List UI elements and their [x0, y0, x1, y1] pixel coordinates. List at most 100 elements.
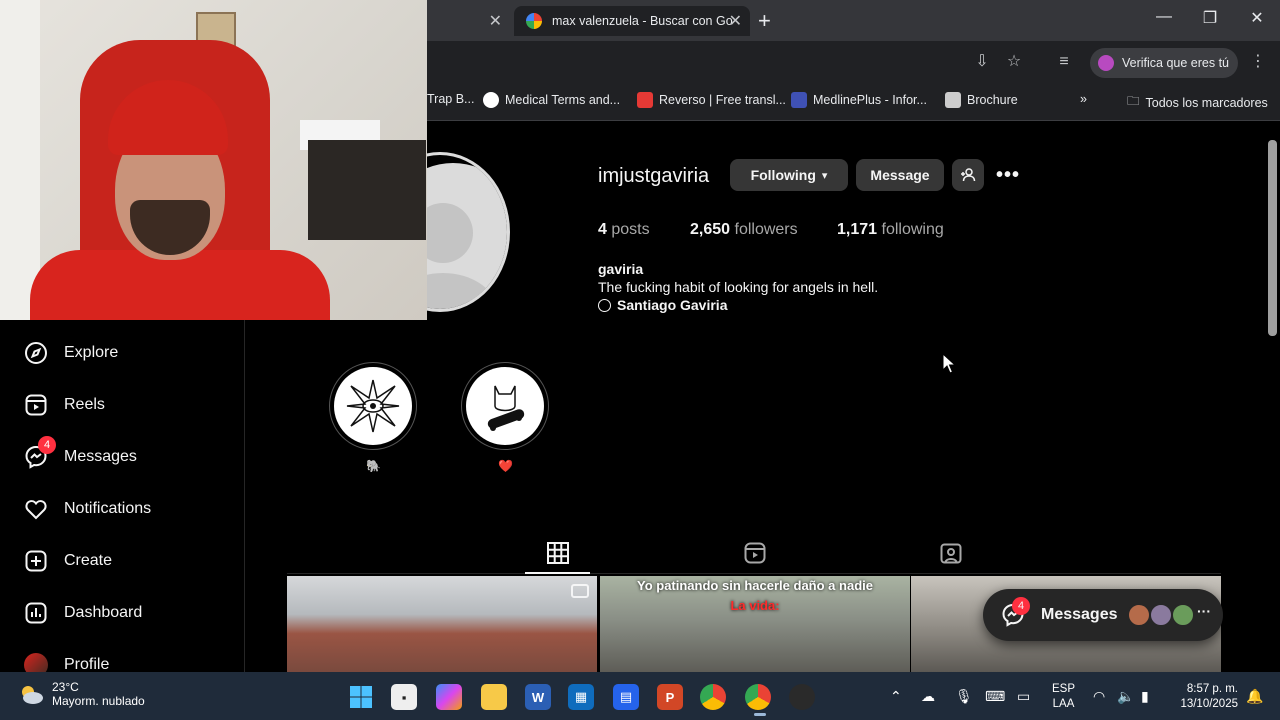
active-tab-indicator — [525, 572, 590, 574]
following-button[interactable]: Following ▾ — [730, 159, 848, 191]
media-control-icon[interactable]: ≡ — [1053, 51, 1075, 73]
close-icon[interactable]: ✕ — [489, 11, 502, 31]
profile-facebook-link[interactable]: Santiago Gaviria — [598, 297, 727, 313]
language-indicator[interactable]: ESP LAA — [1052, 682, 1075, 712]
close-icon[interactable]: ✕ — [729, 11, 742, 31]
bookmark-item[interactable]: Reverso | Free transl... — [637, 92, 786, 108]
more-bookmarks-icon[interactable]: » — [1080, 92, 1087, 106]
sidebar-item-label: Notifications — [64, 500, 152, 517]
file-explorer-icon[interactable] — [481, 684, 507, 710]
cloud-off-icon[interactable]: ☁ — [921, 688, 935, 705]
bookmark-label: Medical Terms and... — [505, 93, 621, 107]
bookmark-item[interactable]: Brochure — [945, 92, 1018, 108]
heart-icon — [24, 497, 48, 521]
post-thumbnail[interactable]: Yo patinando sin hacerle daño a nadie La… — [600, 576, 910, 672]
bookmark-item[interactable]: Trap B... — [427, 92, 474, 106]
bookmark-label: Reverso | Free transl... — [659, 93, 786, 107]
sidebar-item-notifications[interactable]: Notifications — [24, 497, 151, 521]
wifi-icon[interactable]: ◠ — [1093, 688, 1105, 705]
messages-label: Messages — [1041, 606, 1118, 623]
highlight-label: ❤️ — [498, 459, 513, 473]
bookmark-item[interactable]: MedlinePlus - Infor... — [791, 92, 927, 108]
word-icon[interactable]: W — [525, 684, 551, 710]
reels-icon — [24, 393, 48, 417]
verify-label: Verifica que eres tú — [1122, 56, 1230, 70]
chrome-icon[interactable] — [700, 684, 726, 710]
powerpoint-icon[interactable]: P — [657, 684, 683, 710]
link-label: Santiago Gaviria — [617, 297, 728, 313]
sidebar-item-reels[interactable]: Reels — [24, 393, 105, 417]
notification-badge: 4 — [1012, 597, 1030, 615]
tab-reels[interactable] — [743, 541, 767, 565]
sidebar-item-dashboard[interactable]: Dashboard — [24, 601, 142, 625]
keyboard-icon[interactable]: ⌨ — [985, 688, 1005, 705]
calendar-icon[interactable]: ▤ — [613, 684, 639, 710]
sidebar-item-label: Create — [64, 552, 113, 569]
sidebar-item-messages[interactable]: 4 Messages — [24, 436, 137, 469]
microphone-icon[interactable]: 🎙 — [955, 688, 973, 705]
facebook-icon — [598, 298, 611, 312]
more-options-icon[interactable]: ••• — [996, 164, 1020, 187]
avatar — [1149, 603, 1173, 627]
star-icon[interactable]: ☆ — [1003, 51, 1025, 73]
post-caption: Yo patinando sin hacerle daño a nadie — [637, 578, 873, 593]
all-bookmarks-label: Todos los marcadores — [1145, 95, 1268, 110]
message-label: Message — [870, 167, 930, 183]
tab-posts[interactable] — [546, 541, 570, 565]
sidebar-item-label: Explore — [64, 344, 119, 361]
weather-desc: Mayorm. nublado — [52, 694, 145, 708]
bookmark-label: Trap B... — [427, 92, 475, 106]
suggest-people-button[interactable] — [952, 159, 984, 191]
chrome-profile-icon[interactable] — [745, 684, 771, 710]
tablet-icon[interactable]: ▭ — [1017, 688, 1030, 705]
bookmark-favicon-icon — [483, 92, 499, 108]
following-label: Following — [750, 167, 816, 183]
profile-tabs-divider — [287, 573, 1221, 574]
following-count[interactable]: 1,171 following — [837, 221, 944, 239]
mouse-cursor-icon — [942, 353, 956, 374]
copilot-icon[interactable] — [436, 684, 462, 710]
folder-icon: 🗀 — [1127, 94, 1140, 108]
windows-start-icon[interactable] — [348, 684, 374, 710]
menu-dots-icon[interactable]: ⋮ — [1247, 51, 1269, 73]
install-app-icon[interactable]: ⇩ — [971, 51, 993, 73]
story-highlight[interactable] — [329, 362, 417, 450]
store-icon[interactable]: ▦ — [568, 684, 594, 710]
messages-pill[interactable]: 4 Messages ··· — [983, 589, 1223, 641]
system-clock[interactable]: 8:57 p. m. 13/10/2025 — [1170, 682, 1238, 712]
chevron-down-icon: ▾ — [821, 169, 828, 182]
bookmark-favicon-icon — [945, 92, 961, 108]
minimize-icon[interactable]: — — [1150, 8, 1178, 26]
weather-widget[interactable]: 23°C Mayorm. nublado — [18, 680, 145, 708]
battery-icon[interactable]: ▮ — [1141, 688, 1149, 705]
new-tab-icon[interactable]: + — [758, 8, 771, 34]
bookmark-item[interactable]: Medical Terms and... — [483, 92, 620, 108]
scrollbar-thumb[interactable] — [1268, 140, 1277, 336]
more-icon: ··· — [1197, 603, 1211, 619]
verify-profile-button[interactable]: Verifica que eres tú — [1090, 48, 1238, 78]
notification-badge: 4 — [38, 436, 56, 454]
followers-count[interactable]: 2,650 followers — [690, 221, 798, 239]
posts-count: 4 posts — [598, 221, 650, 238]
close-window-icon[interactable]: ✕ — [1243, 8, 1271, 28]
terminal-app-icon[interactable]: ▪ — [391, 684, 417, 710]
reel-icon — [571, 584, 589, 598]
webcam-overlay — [0, 0, 427, 320]
tagged-icon — [940, 543, 962, 564]
profile-full-name: gaviria — [598, 261, 644, 277]
sidebar-item-create[interactable]: Create — [24, 549, 112, 573]
post-thumbnail[interactable] — [287, 576, 597, 672]
story-highlight[interactable] — [461, 362, 549, 450]
browser-tab-active[interactable]: max valenzuela - Buscar con Go ✕ — [514, 6, 750, 36]
notification-bell-icon[interactable]: 🔔 — [1246, 688, 1263, 705]
message-button[interactable]: Message — [856, 159, 944, 191]
volume-icon[interactable]: 🔈 — [1117, 688, 1134, 705]
all-bookmarks-folder[interactable]: 🗀 Todos los marcadores — [1127, 92, 1268, 113]
chevron-up-icon[interactable]: ⌃ — [890, 688, 902, 705]
google-icon — [526, 13, 542, 29]
obs-icon[interactable] — [789, 684, 815, 710]
restore-icon[interactable]: ❐ — [1196, 8, 1224, 28]
sidebar-item-explore[interactable]: Explore — [24, 341, 118, 365]
avatar — [1127, 603, 1151, 627]
tab-tagged[interactable] — [939, 541, 963, 565]
